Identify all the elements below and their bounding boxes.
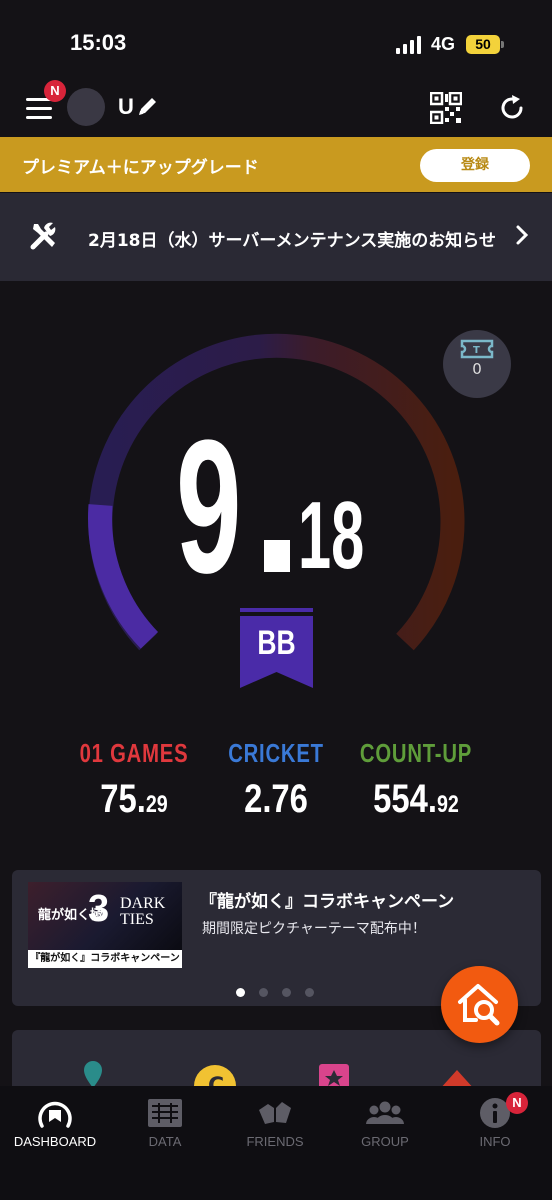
stat-01-games[interactable]: 01 GAMES 75.29	[54, 738, 214, 822]
rating-decimal-point	[264, 540, 290, 572]
campaign-title: 『龍が如く』コラボキャンペーン	[200, 892, 455, 912]
battery-icon: 50	[466, 35, 500, 54]
map-pin-icon	[84, 1061, 102, 1088]
register-button[interactable]: 登録	[420, 149, 530, 182]
class-label: BB	[257, 624, 296, 662]
tab-label: FRIENDS	[246, 1134, 304, 1149]
carousel-dot[interactable]	[259, 988, 268, 997]
stat-value: 75.29	[100, 777, 168, 821]
tab-friends[interactable]: FRIENDS	[220, 1086, 330, 1166]
maintenance-notice[interactable]: 2月18日（水）サーバーメンテナンス実施のお知らせ	[0, 193, 552, 281]
campaign-subtitle: 期間限定ピクチャーテーマ配布中！	[202, 921, 426, 937]
dashboard-icon	[38, 1101, 72, 1128]
rating-integer: 9	[176, 401, 242, 613]
menu-notification-badge: N	[44, 80, 66, 102]
app-header: N U	[0, 80, 552, 136]
group-icon	[366, 1101, 404, 1124]
thumb-number: 3	[88, 888, 110, 930]
gauge-track	[88, 333, 465, 651]
stat-count-up[interactable]: COUNT-UP 554.92	[336, 738, 496, 822]
friends-icon	[259, 1102, 291, 1124]
gauge-fill	[88, 504, 159, 649]
status-time: 15:03	[70, 30, 127, 55]
carousel-dot[interactable]	[236, 988, 245, 997]
avatar[interactable]	[67, 88, 105, 126]
tab-data[interactable]: DATA	[110, 1086, 220, 1166]
campaign-thumbnail: 龍が如く極 3 DARK TIES 『龍が如く』コラボキャンペーン	[28, 882, 182, 968]
stat-cricket[interactable]: CRICKET 2.76	[196, 738, 356, 822]
rating-decimal: 18	[298, 482, 365, 589]
status-bar: 15:03 4G 50	[0, 0, 552, 80]
chevron-right-icon	[516, 225, 529, 245]
tab-label: DASHBOARD	[13, 1134, 97, 1149]
tools-icon	[30, 222, 56, 250]
home-search-icon	[458, 984, 500, 1026]
carousel-dot[interactable]	[305, 988, 314, 997]
thumb-dark-ties: DARK TIES	[120, 895, 166, 928]
username: U	[118, 94, 134, 119]
thumb-strip: 『龍が如く』コラボキャンペーン	[28, 950, 182, 968]
premium-banner-text: プレミアム＋にアップグレード	[22, 158, 259, 178]
tab-info[interactable]: INFO N	[440, 1086, 550, 1166]
notice-text: 2月18日（水）サーバーメンテナンス実施のお知らせ	[88, 231, 496, 251]
stat-label: COUNT-UP	[359, 738, 473, 768]
carousel-dot[interactable]	[282, 988, 291, 997]
info-notification-badge: N	[506, 1092, 528, 1114]
ticket-icon: T	[460, 339, 494, 359]
svg-text:T: T	[473, 345, 480, 356]
battery-tip	[501, 41, 504, 48]
refresh-icon[interactable]	[497, 93, 527, 123]
stat-label: CRICKET	[228, 738, 324, 768]
tab-label: DATA	[148, 1134, 182, 1149]
tab-label: GROUP	[361, 1134, 409, 1149]
qr-code-icon[interactable]	[430, 92, 462, 124]
premium-upgrade-banner[interactable]: プレミアム＋にアップグレード 登録	[0, 137, 552, 192]
tab-label: INFO	[479, 1134, 511, 1149]
menu-button[interactable]	[26, 98, 52, 120]
signal-icon	[396, 36, 421, 54]
shop-search-button[interactable]	[441, 966, 518, 1043]
tab-dashboard[interactable]: DASHBOARD	[0, 1086, 110, 1166]
stat-value: 2.76	[244, 777, 308, 821]
bottom-tab-bar: DASHBOARD DATA FRIENDS GROUP INFO N	[0, 1086, 552, 1200]
network-type: 4G	[431, 34, 456, 54]
ticket-count: 0	[472, 360, 482, 378]
tab-group[interactable]: GROUP	[330, 1086, 440, 1166]
carousel-dots[interactable]	[236, 982, 328, 997]
stat-value: 554.92	[373, 777, 459, 821]
ticket-counter[interactable]: T 0	[443, 330, 511, 398]
pencil-icon[interactable]	[137, 95, 159, 117]
data-icon	[148, 1099, 182, 1127]
stat-label: 01 GAMES	[79, 738, 189, 768]
